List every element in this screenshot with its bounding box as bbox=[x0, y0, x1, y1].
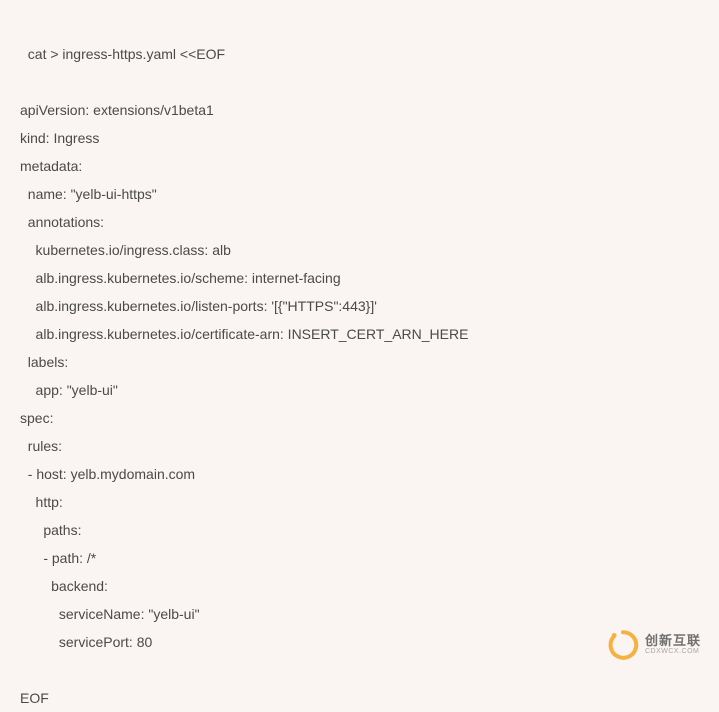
watermark-text: 创新互联 CDXWCX.COM bbox=[645, 634, 701, 656]
code-line: - host: yelb.mydomain.com bbox=[20, 466, 195, 482]
code-line: http: bbox=[20, 494, 63, 510]
code-line: spec: bbox=[20, 410, 53, 426]
code-line: - path: /* bbox=[20, 550, 96, 566]
code-line: apiVersion: extensions/v1beta1 bbox=[20, 102, 214, 118]
code-line: serviceName: "yelb-ui" bbox=[20, 606, 200, 622]
code-line: alb.ingress.kubernetes.io/listen-ports: … bbox=[20, 298, 377, 314]
code-line: metadata: bbox=[20, 158, 82, 174]
code-line: cat > ingress-https.yaml <<EOF bbox=[28, 46, 225, 62]
code-line: EOF bbox=[20, 690, 49, 706]
code-line: annotations: bbox=[20, 214, 104, 230]
code-line: app: "yelb-ui" bbox=[20, 382, 118, 398]
logo-icon bbox=[607, 629, 639, 661]
code-block: cat > ingress-https.yaml <<EOF apiVersio… bbox=[20, 12, 699, 712]
code-line: backend: bbox=[20, 578, 108, 594]
watermark-en: CDXWCX.COM bbox=[645, 648, 701, 656]
code-line: kind: Ingress bbox=[20, 130, 99, 146]
watermark-cn: 创新互联 bbox=[645, 634, 701, 648]
watermark: 创新互联 CDXWCX.COM bbox=[607, 629, 701, 661]
code-line: alb.ingress.kubernetes.io/scheme: intern… bbox=[20, 270, 341, 286]
code-line: alb.ingress.kubernetes.io/certificate-ar… bbox=[20, 326, 468, 342]
code-line: rules: bbox=[20, 438, 62, 454]
code-line: kubernetes.io/ingress.class: alb bbox=[20, 242, 231, 258]
code-line: servicePort: 80 bbox=[20, 634, 152, 650]
code-line: name: "yelb-ui-https" bbox=[20, 186, 157, 202]
code-line: paths: bbox=[20, 522, 81, 538]
code-line: labels: bbox=[20, 354, 68, 370]
